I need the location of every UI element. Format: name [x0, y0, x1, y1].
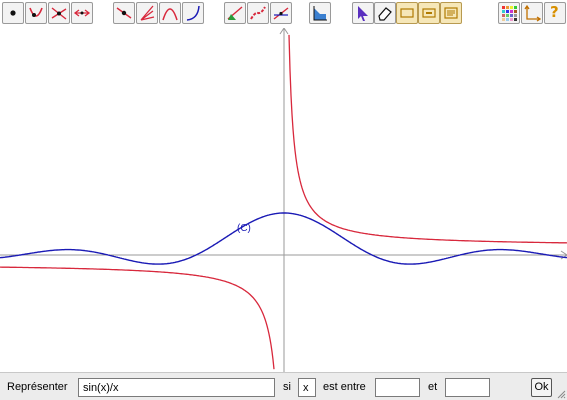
variable-input[interactable]	[298, 378, 316, 397]
frame-icon[interactable]	[396, 2, 418, 24]
secant-icon[interactable]	[270, 2, 292, 24]
function-input[interactable]	[78, 378, 275, 397]
max-input[interactable]	[445, 378, 490, 397]
curve-label: (C)	[237, 223, 251, 234]
translation-icon[interactable]	[71, 2, 93, 24]
command-bar: Représenter si est entre et Ok	[0, 372, 567, 400]
chain-curve-icon[interactable]	[247, 2, 269, 24]
ok-button[interactable]: Ok	[531, 378, 552, 397]
si-label: si	[283, 381, 291, 393]
point-on-curve-icon[interactable]	[25, 2, 47, 24]
axes-icon[interactable]	[521, 2, 543, 24]
toolbar: ?	[0, 0, 567, 28]
segment-point-icon[interactable]	[113, 2, 135, 24]
eraser-icon[interactable]	[374, 2, 396, 24]
red-curve-right-branch	[288, 34, 567, 244]
min-input[interactable]	[375, 378, 420, 397]
red-curve-left-branch	[0, 266, 275, 370]
color-palette-icon[interactable]	[498, 2, 520, 24]
help-label: ?	[550, 3, 559, 21]
text-frame-icon[interactable]	[440, 2, 462, 24]
area-icon[interactable]	[309, 2, 331, 24]
parabola-icon[interactable]	[159, 2, 181, 24]
intersection-point-icon[interactable]	[48, 2, 70, 24]
curve-icon[interactable]	[182, 2, 204, 24]
tangent-icon[interactable]	[224, 2, 246, 24]
pointer-icon[interactable]	[352, 2, 374, 24]
bisector-icon[interactable]	[136, 2, 158, 24]
graph-canvas[interactable]: (C)	[0, 28, 567, 372]
represent-label: Représenter	[7, 381, 68, 393]
help-icon[interactable]: ?	[544, 2, 566, 24]
point-icon[interactable]	[2, 2, 24, 24]
graph-plot	[0, 28, 567, 372]
and-label: et	[428, 381, 438, 393]
resize-grip-icon[interactable]	[556, 389, 566, 399]
label-frame-icon[interactable]	[418, 2, 440, 24]
between-label: est entre	[323, 381, 366, 393]
